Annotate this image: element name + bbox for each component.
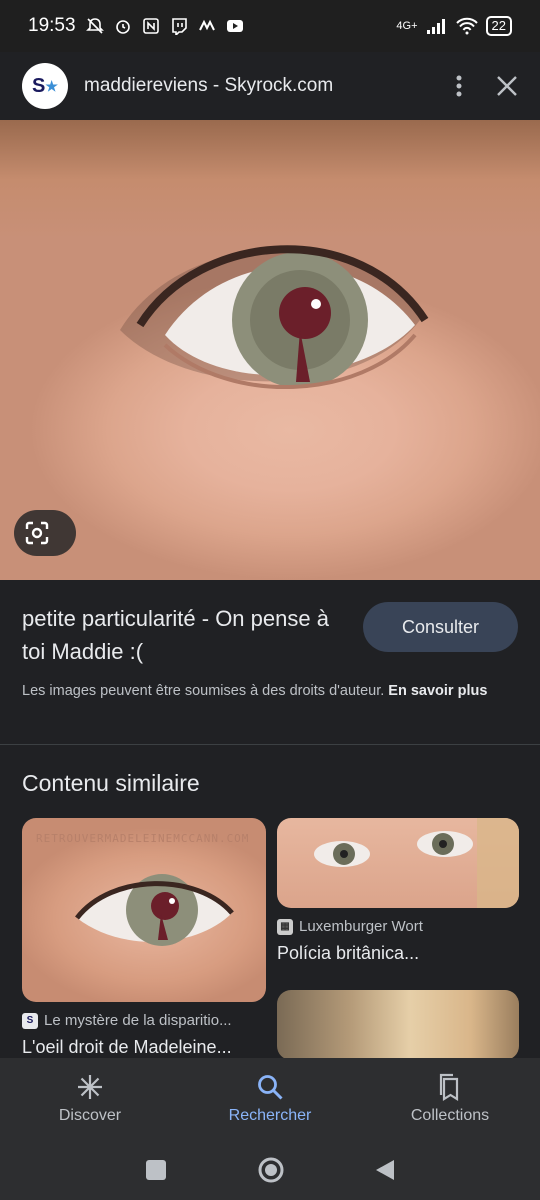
eyes-thumbnail — [314, 818, 519, 908]
back-icon[interactable] — [374, 1158, 396, 1182]
wifi-icon — [455, 17, 478, 35]
status-time: 19:53 — [28, 15, 76, 36]
similar-card-source: ▦ Luxemburger Wort — [277, 918, 519, 935]
nav-search[interactable]: Rechercher — [180, 1058, 360, 1140]
status-notification-icons — [85, 17, 244, 35]
status-right: 4G+ 22 — [396, 16, 512, 36]
luxemburger-favicon: ▦ — [277, 918, 293, 935]
result-info: petite particularité - On pense à toi Ma… — [0, 580, 540, 745]
nav-collections[interactable]: Collections — [360, 1058, 540, 1140]
copyright-text: Les images peuvent être soumises à des d… — [22, 683, 385, 699]
recents-icon[interactable] — [144, 1158, 168, 1182]
system-nav-bar — [0, 1140, 540, 1200]
lens-button[interactable] — [14, 510, 76, 556]
youtube-icon — [226, 20, 243, 32]
nav-discover-label: Discover — [58, 1107, 122, 1124]
nfc-icon — [142, 18, 159, 34]
star-icon: ★ — [45, 77, 58, 94]
close-icon[interactable] — [496, 75, 518, 97]
learn-more-link[interactable]: En savoir plus — [388, 683, 487, 699]
nav-collections-label: Collections — [410, 1107, 490, 1124]
similar-card[interactable] — [277, 990, 519, 1060]
site-logo: S ★ — [22, 63, 68, 109]
site-logo-text: S — [32, 74, 46, 97]
similar-card-title: L'oeil droit de Madeleine... — [22, 1037, 232, 1057]
site-title[interactable]: maddiereviens - Skyrock.com — [84, 75, 333, 97]
consult-button[interactable]: Consulter — [363, 602, 518, 652]
divider — [0, 744, 540, 745]
header-actions — [456, 74, 518, 98]
more-options-icon[interactable] — [456, 74, 462, 98]
similar-card-title: Polícia britânica... — [277, 943, 420, 963]
similar-card-source: S Le mystère de la disparitio... — [22, 1012, 266, 1029]
alarm-icon — [115, 20, 130, 34]
result-title: petite particularité - On pense à toi Ma… — [22, 606, 329, 664]
lens-icon — [25, 521, 49, 545]
search-icon — [258, 1075, 283, 1100]
nav-search-label: Rechercher — [228, 1107, 312, 1124]
similar-card-image[interactable] — [277, 990, 519, 1060]
similar-card[interactable]: RETROUVERMADELEINEMCCANN.COM S Le mystèr… — [22, 818, 266, 1058]
similar-heading: Contenu similaire — [22, 770, 200, 796]
eye-thumbnail — [75, 874, 234, 946]
similar-card-image[interactable]: RETROUVERMADELEINEMCCANN.COM — [22, 818, 266, 1002]
asterisk-icon — [78, 1075, 102, 1099]
bottom-nav: Discover Rechercher Collections — [0, 1058, 540, 1140]
header: S ★ maddiereviens - Skyrock.com — [0, 52, 540, 120]
network-type: 4G+ — [396, 20, 418, 32]
result-image[interactable] — [0, 120, 540, 580]
eye-illustration — [120, 245, 429, 389]
app-icon — [198, 19, 215, 31]
signal-icon — [426, 19, 445, 34]
battery-indicator: 22 — [485, 16, 512, 36]
nav-discover[interactable]: Discover — [0, 1058, 180, 1140]
similar-card[interactable]: ▦ Luxemburger Wort Polícia britânica... — [277, 818, 519, 964]
similar-card-image[interactable] — [277, 818, 519, 908]
muted-bell-icon — [85, 18, 104, 34]
copyright-notice: Les images peuvent être soumises à des d… — [22, 680, 518, 702]
status-bar: 19:53 4G+ 22 — [0, 0, 540, 52]
bookmarks-icon — [439, 1073, 459, 1101]
skyrock-favicon: S — [22, 1012, 38, 1029]
home-icon[interactable] — [257, 1156, 285, 1184]
twitch-icon — [171, 18, 187, 35]
similar-card-source-text: Le mystère de la disparitio... — [44, 1012, 232, 1029]
similar-card-source-text: Luxemburger Wort — [299, 918, 423, 935]
